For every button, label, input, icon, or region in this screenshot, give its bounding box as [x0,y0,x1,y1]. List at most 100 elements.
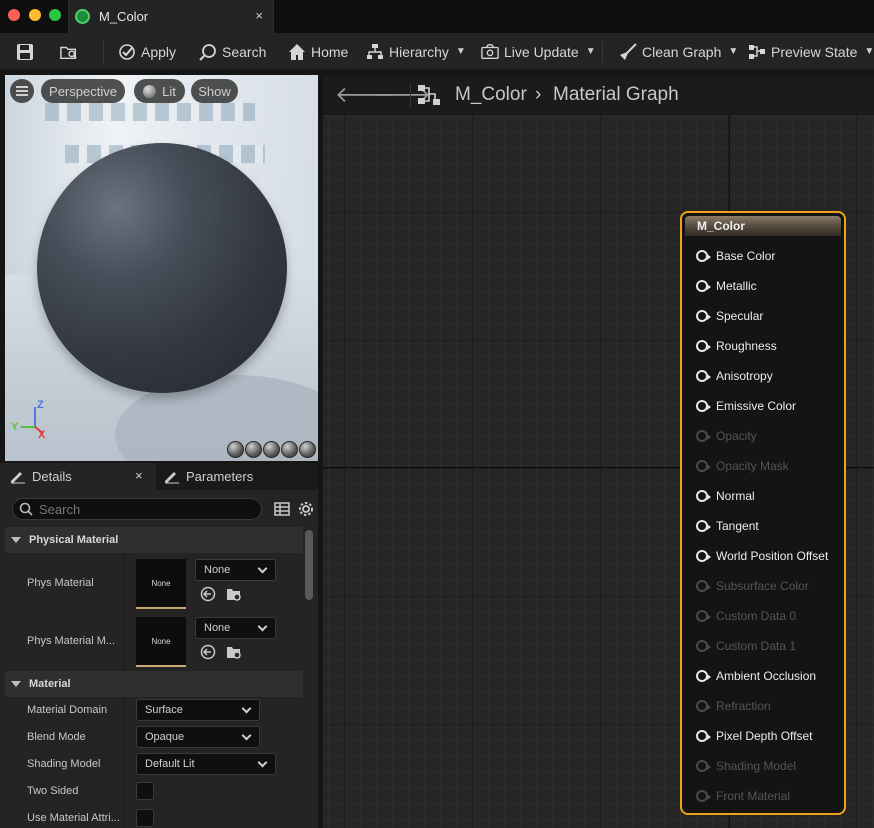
category-material[interactable]: Material [5,671,303,697]
use-selected-asset-icon[interactable] [200,644,216,660]
table-view-icon[interactable] [274,501,290,517]
lit-button[interactable]: Lit [134,79,185,103]
tab-details[interactable]: Details × [0,463,156,490]
input-pin-icon[interactable] [696,730,711,742]
input-pin-icon[interactable] [696,610,711,622]
node-pin-row[interactable]: Ambient Occlusion [696,666,816,686]
node-pin-row[interactable]: Front Material [696,786,790,806]
node-pin-row[interactable]: Shading Model [696,756,796,776]
node-pin-row[interactable]: Specular [696,306,763,326]
node-pin-row[interactable]: Custom Data 0 [696,606,796,626]
breadcrumb-root[interactable]: M_Color [455,84,527,106]
use-material-attributes-checkbox[interactable] [136,809,154,827]
input-pin-icon[interactable] [696,520,711,532]
material-preview-viewport[interactable]: Perspective Lit Show Z Y X [5,75,318,461]
node-pin-row[interactable]: Roughness [696,336,777,356]
live-update-dropdown[interactable]: Live Update ▼ [481,33,596,70]
perspective-button[interactable]: Perspective [41,79,125,103]
tab-close-icon[interactable]: × [255,8,263,23]
input-pin-icon[interactable] [696,400,711,412]
node-pin-row[interactable]: Pixel Depth Offset [696,726,813,746]
blend-mode-select[interactable]: Opaque [136,726,260,748]
category-physical-material[interactable]: Physical Material [5,527,303,553]
input-pin-icon[interactable] [696,670,711,682]
node-pin-row[interactable]: Tangent [696,516,759,536]
prop-material-domain: Material Domain [27,704,108,716]
input-pin-icon[interactable] [696,430,711,442]
viewport-menu-button[interactable] [10,79,34,103]
chevron-down-icon [257,621,268,632]
shading-model-select[interactable]: Default Lit [136,753,276,775]
node-pin-row[interactable]: Subsurface Color [696,576,809,596]
input-pin-icon[interactable] [696,280,711,292]
browse-asset-icon[interactable] [226,644,242,660]
editor-tab[interactable]: M_Color × [68,0,274,33]
gear-icon[interactable] [298,501,314,517]
preview-plane-button[interactable] [263,441,280,458]
input-pin-icon[interactable] [696,700,711,712]
input-pin-icon[interactable] [696,370,711,382]
pin-label: Subsurface Color [716,579,809,593]
preview-state-dropdown[interactable]: Preview State ▼ [748,33,874,70]
chevron-down-icon: ▼ [455,46,466,57]
title-bar: M_Color × [0,0,874,33]
axis-z-label: Z [37,399,44,411]
apply-button[interactable]: Apply [118,33,176,70]
input-pin-icon[interactable] [696,580,711,592]
node-pin-row[interactable]: Refraction [696,696,771,716]
input-pin-icon[interactable] [696,550,711,562]
phys-material-mask-picker[interactable]: None [195,617,276,639]
home-icon [289,43,305,60]
browse-asset-icon[interactable] [226,586,242,602]
input-pin-icon[interactable] [696,340,711,352]
browse-button[interactable] [60,33,78,70]
hierarchy-dropdown[interactable]: Hierarchy ▼ [366,33,466,70]
input-pin-icon[interactable] [696,250,711,262]
graph-breadcrumb-bar: 🡐 🡒 M_Color › Material Graph [323,75,874,115]
node-pin-row[interactable]: Normal [696,486,755,506]
material-result-node[interactable]: M_Color Base Color Metallic Specular Roughn… [680,211,846,815]
phys-material-mask-picker-value: None [204,622,231,634]
pin-label: Anisotropy [716,369,773,383]
node-pin-row[interactable]: Anisotropy [696,366,773,386]
clean-graph-dropdown[interactable]: Clean Graph ▼ [619,33,738,70]
node-pin-row[interactable]: World Position Offset [696,546,828,566]
zoom-window-button[interactable] [49,9,61,21]
phys-material-picker[interactable]: None [195,559,276,581]
node-pin-row[interactable]: Emissive Color [696,396,796,416]
close-details-icon[interactable]: × [135,468,143,483]
tab-parameters[interactable]: Parameters [160,463,253,490]
close-window-button[interactable] [8,9,20,21]
node-pin-row[interactable]: Metallic [696,276,757,296]
live-update-icon [481,43,499,59]
material-domain-select[interactable]: Surface [136,699,260,721]
node-pin-row[interactable]: Custom Data 1 [696,636,796,656]
use-selected-asset-icon[interactable] [200,586,216,602]
phys-material-thumbnail[interactable]: None [136,559,186,609]
search-button[interactable]: Search [199,33,266,70]
details-search-input[interactable] [39,501,249,517]
pin-label: Front Material [716,789,791,803]
node-pin-row[interactable]: Base Color [696,246,775,266]
preview-cube-button[interactable] [281,441,298,458]
show-button[interactable]: Show [191,79,238,103]
pin-label: Metallic [716,279,757,293]
preview-cylinder-button[interactable] [227,441,244,458]
home-button[interactable]: Home [288,33,348,70]
save-button[interactable] [16,33,34,70]
details-scrollbar[interactable] [305,530,313,600]
input-pin-icon[interactable] [696,640,711,652]
preview-sphere-button[interactable] [245,441,262,458]
two-sided-checkbox[interactable] [136,782,154,800]
phys-material-mask-thumbnail[interactable]: None [136,617,186,667]
tab-parameters-label: Parameters [186,469,254,484]
input-pin-icon[interactable] [696,490,711,502]
input-pin-icon[interactable] [696,460,711,472]
node-pin-row[interactable]: Opacity [696,426,757,446]
minimize-window-button[interactable] [29,9,41,21]
preview-custom-mesh-button[interactable] [299,441,316,458]
input-pin-icon[interactable] [696,760,711,772]
input-pin-icon[interactable] [696,790,711,802]
input-pin-icon[interactable] [696,310,711,322]
node-pin-row[interactable]: Opacity Mask [696,456,789,476]
